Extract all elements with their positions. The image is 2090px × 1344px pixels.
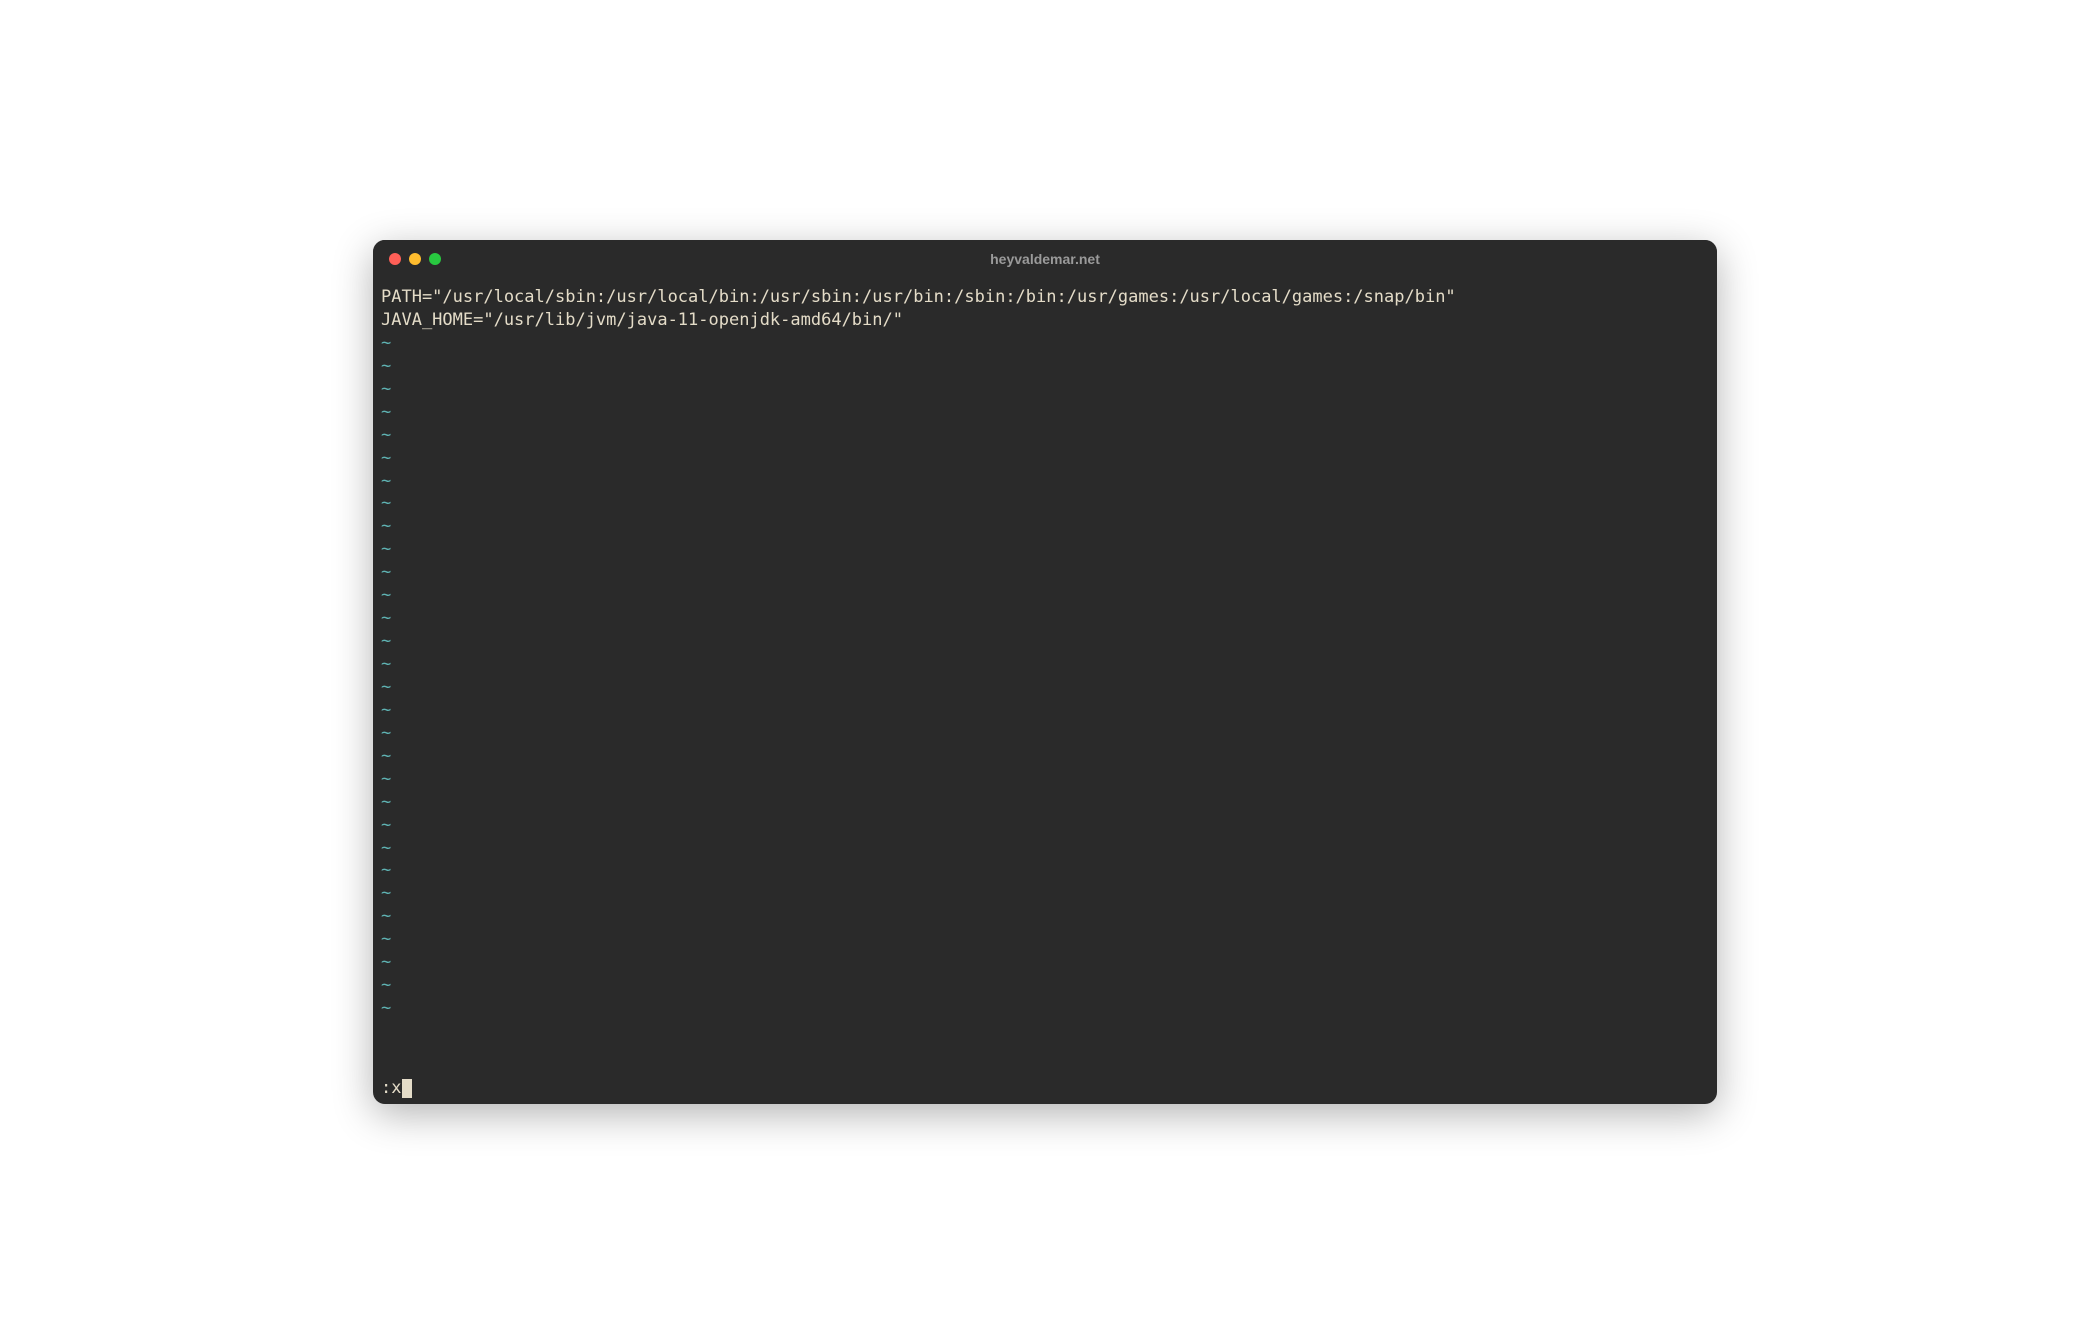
title-bar: heyvaldemar.net (373, 240, 1717, 278)
empty-line-tilde: ~ (381, 470, 1709, 493)
minimize-button[interactable] (409, 253, 421, 265)
empty-lines: ~~~~~~~~~~~~~~~~~~~~~~~~~~~~~~ (381, 332, 1709, 1077)
empty-line-tilde: ~ (381, 974, 1709, 997)
empty-line-tilde: ~ (381, 401, 1709, 424)
cursor (402, 1079, 412, 1098)
empty-line-tilde: ~ (381, 928, 1709, 951)
empty-line-tilde: ~ (381, 630, 1709, 653)
command-line[interactable]: :x (381, 1077, 1709, 1100)
close-button[interactable] (389, 253, 401, 265)
empty-line-tilde: ~ (381, 378, 1709, 401)
traffic-lights (389, 253, 441, 265)
empty-line-tilde: ~ (381, 424, 1709, 447)
command-text: x (391, 1077, 401, 1100)
empty-line-tilde: ~ (381, 768, 1709, 791)
empty-line-tilde: ~ (381, 355, 1709, 378)
empty-line-tilde: ~ (381, 905, 1709, 928)
empty-line-tilde: ~ (381, 837, 1709, 860)
empty-line-tilde: ~ (381, 653, 1709, 676)
maximize-button[interactable] (429, 253, 441, 265)
empty-line-tilde: ~ (381, 492, 1709, 515)
empty-line-tilde: ~ (381, 859, 1709, 882)
terminal-window: heyvaldemar.net PATH="/usr/local/sbin:/u… (373, 240, 1717, 1104)
empty-line-tilde: ~ (381, 791, 1709, 814)
window-title: heyvaldemar.net (990, 251, 1100, 267)
terminal-content[interactable]: PATH="/usr/local/sbin:/usr/local/bin:/us… (373, 278, 1717, 1104)
empty-line-tilde: ~ (381, 882, 1709, 905)
empty-line-tilde: ~ (381, 538, 1709, 561)
empty-line-tilde: ~ (381, 584, 1709, 607)
empty-line-tilde: ~ (381, 676, 1709, 699)
command-prefix: : (381, 1077, 391, 1100)
empty-line-tilde: ~ (381, 561, 1709, 584)
empty-line-tilde: ~ (381, 607, 1709, 630)
empty-line-tilde: ~ (381, 515, 1709, 538)
empty-line-tilde: ~ (381, 997, 1709, 1020)
empty-line-tilde: ~ (381, 745, 1709, 768)
empty-line-tilde: ~ (381, 951, 1709, 974)
empty-line-tilde: ~ (381, 722, 1709, 745)
file-line: JAVA_HOME="/usr/lib/jvm/java-11-openjdk-… (381, 310, 903, 330)
empty-line-tilde: ~ (381, 699, 1709, 722)
file-content: PATH="/usr/local/sbin:/usr/local/bin:/us… (381, 286, 1709, 332)
empty-line-tilde: ~ (381, 814, 1709, 837)
file-line: PATH="/usr/local/sbin:/usr/local/bin:/us… (381, 287, 1456, 307)
empty-line-tilde: ~ (381, 332, 1709, 355)
empty-line-tilde: ~ (381, 447, 1709, 470)
